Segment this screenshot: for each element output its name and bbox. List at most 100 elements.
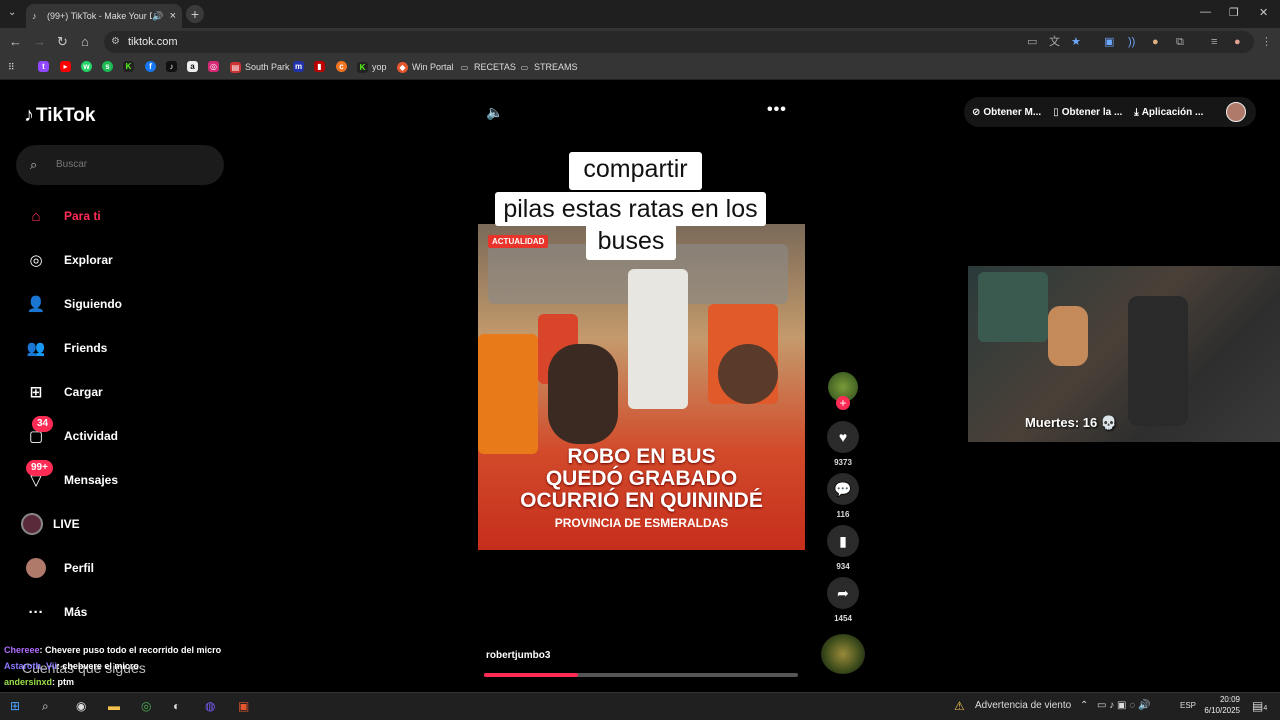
save-action[interactable]: ▮ 934 <box>826 525 860 571</box>
like-action[interactable]: ♥ 9373 <box>826 421 860 467</box>
site-info-icon[interactable]: ⚙ <box>111 36 120 47</box>
bookmark-crunchyroll-icon[interactable]: c <box>336 61 351 72</box>
nav-perfil[interactable]: Perfil <box>24 554 94 582</box>
chat-user: Astaroth_Vii <box>4 661 57 671</box>
heart-icon[interactable]: ♥ <box>827 421 859 453</box>
bookmark-spotify-icon[interactable]: s <box>102 61 117 72</box>
desktop-app-button[interactable]: ⤓ Aplicación ... <box>1134 107 1203 118</box>
obs-icon[interactable]: ◐ <box>173 697 180 715</box>
bookmark-whatsapp-icon[interactable]: w <box>81 61 96 72</box>
apps-grid-icon[interactable]: ⠿ <box>8 61 15 73</box>
browser-tab[interactable]: ♪ (99+) TikTok - Make Your Da 🔊 × <box>26 4 182 28</box>
nav-para-ti[interactable]: ⌂ Para ti <box>24 202 100 230</box>
bookmark-star-icon[interactable]: ★ <box>1071 35 1081 49</box>
weather-warning-icon[interactable]: ⚠ <box>954 697 965 715</box>
bookmark-m-icon[interactable]: m <box>293 61 308 72</box>
extension-potato-icon[interactable]: ● <box>1152 35 1159 49</box>
bookmark-amazon-icon[interactable]: a <box>187 61 202 72</box>
video-author[interactable]: robertjumbo3 <box>486 650 550 661</box>
taskbar-clock[interactable]: 20:09 6/10/2025 <box>1200 694 1240 716</box>
chrome-icon[interactable]: ◎ <box>141 697 151 715</box>
get-coins-button[interactable]: ⊘ Obtener M... <box>972 107 1041 118</box>
search-input[interactable]: Buscar <box>56 159 87 170</box>
share-action[interactable]: ➦ 1454 <box>826 577 860 623</box>
close-tab-icon[interactable]: × <box>170 10 176 22</box>
nav-cargar[interactable]: ⊞ Cargar <box>24 378 103 406</box>
extension-audio-icon[interactable]: )) <box>1128 35 1135 49</box>
discord-icon[interactable]: ◍ <box>205 697 215 715</box>
reload-icon[interactable]: ↻ <box>57 34 68 50</box>
profile-avatar-icon[interactable]: ● <box>1234 35 1241 49</box>
game-icon[interactable]: ▣ <box>238 697 249 715</box>
url-text[interactable]: tiktok.com <box>128 36 178 48</box>
restore-icon[interactable]: ❐ <box>1229 6 1239 19</box>
language-indicator[interactable]: ESP <box>1180 697 1196 715</box>
media-queue-icon[interactable]: ≡ <box>1211 35 1217 49</box>
bookmark-youtube-icon[interactable]: ▸ <box>60 61 75 72</box>
bookmark-facebook-icon[interactable]: f <box>145 61 160 72</box>
nav-mensajes[interactable]: ▽ 99+ Mensajes <box>24 460 118 494</box>
music-disc-icon[interactable] <box>821 634 865 674</box>
tiktok-favicon-icon: ♪ <box>32 11 37 21</box>
share-icon[interactable]: ➦ <box>827 577 859 609</box>
bookmark-south-park[interactable]: ▤ South Park <box>230 61 290 73</box>
tab-audio-icon[interactable]: 🔊 <box>152 11 163 22</box>
activity-icon: ▢ 34 <box>24 416 54 448</box>
bookmark-folder-streams[interactable]: ▭ STREAMS <box>519 61 578 73</box>
bookmark-red-icon[interactable]: ▮ <box>314 61 329 72</box>
bookmark-twitch-icon[interactable]: t <box>38 61 53 72</box>
bookmark-label: South Park <box>245 62 290 72</box>
minimize-icon[interactable]: — <box>1200 6 1211 18</box>
bookmark-icon[interactable]: ▮ <box>827 525 859 557</box>
file-explorer-icon[interactable]: ▬ <box>108 697 120 715</box>
tab-search-icon[interactable]: ⌄ <box>8 7 16 18</box>
volume-icon[interactable]: 🔈 <box>486 104 503 121</box>
translate-icon[interactable]: 文 <box>1049 35 1060 49</box>
close-window-icon[interactable]: ✕ <box>1259 6 1268 19</box>
tray-chevron-icon[interactable]: ⌃ <box>1080 697 1088 715</box>
comment-action[interactable]: 💬 116 <box>826 473 860 519</box>
tray-icons[interactable]: ▭ ♪ ▣ ◌ 🔊 <box>1097 697 1150 715</box>
nav-friends[interactable]: 👥 Friends <box>24 334 108 362</box>
get-app-button[interactable]: ▯ Obtener la ... <box>1053 107 1122 118</box>
comment-count: 116 <box>836 510 850 519</box>
start-icon[interactable]: ⊞ <box>10 697 20 715</box>
upload-icon: ⊞ <box>29 384 43 401</box>
nav-explorar[interactable]: ◎ Explorar <box>24 246 112 274</box>
extensions-puzzle-icon[interactable]: ⧉ <box>1176 35 1184 49</box>
bookmark-folder-recetas[interactable]: ▭ RECETAS <box>459 61 516 73</box>
caption-line-3: buses <box>586 224 676 260</box>
nav-live[interactable]: LIVE <box>20 510 80 538</box>
folder-icon: ▭ <box>460 62 469 72</box>
search-box[interactable] <box>16 145 224 185</box>
nav-siguiendo[interactable]: 👤 Siguiendo <box>24 290 122 318</box>
video-progress-bar[interactable] <box>484 673 798 677</box>
address-bar[interactable] <box>104 31 1254 53</box>
user-avatar[interactable] <box>1226 102 1246 122</box>
forward-icon[interactable]: → <box>33 34 46 50</box>
bookmark-tiktok-icon[interactable]: ♪ <box>166 61 181 72</box>
nav-actividad[interactable]: ▢ 34 Actividad <box>24 416 118 450</box>
bookmark-win-portal[interactable]: ◆ Win Portal <box>397 61 454 73</box>
new-tab-button[interactable]: + <box>186 5 204 23</box>
home-icon[interactable]: ⌂ <box>81 34 89 50</box>
caption-line-1: compartir <box>569 152 702 190</box>
comment-icon[interactable]: 💬 <box>827 473 859 505</box>
taskbar-app-icon[interactable]: ◉ <box>76 697 86 715</box>
nav-mas[interactable]: ··· Más <box>24 598 88 626</box>
video-subheadline: PROVINCIA DE ESMERALDAS <box>554 516 729 530</box>
bookmark-kick-icon[interactable]: K <box>123 61 138 72</box>
browser-menu-icon[interactable]: ⋮ <box>1261 35 1272 49</box>
bookmark-instagram-icon[interactable]: ◎ <box>208 61 223 72</box>
follow-plus-icon[interactable]: + <box>836 396 850 410</box>
notifications-icon[interactable]: ▤4 <box>1252 697 1267 718</box>
bookmark-yop[interactable]: Kyop <box>357 61 387 73</box>
tiktok-logo[interactable]: ♪ TikTok <box>24 104 95 127</box>
taskbar-search-icon[interactable]: ⌕ <box>42 697 49 715</box>
coin-icon: ⊘ <box>972 106 981 118</box>
back-icon[interactable]: ← <box>9 34 22 50</box>
weather-alert-text[interactable]: Advertencia de viento <box>975 697 1071 715</box>
extension-translate-icon[interactable]: ▣ <box>1104 35 1114 49</box>
more-options-icon[interactable]: ••• <box>767 101 787 119</box>
cast-icon[interactable]: ▭ <box>1027 35 1037 49</box>
